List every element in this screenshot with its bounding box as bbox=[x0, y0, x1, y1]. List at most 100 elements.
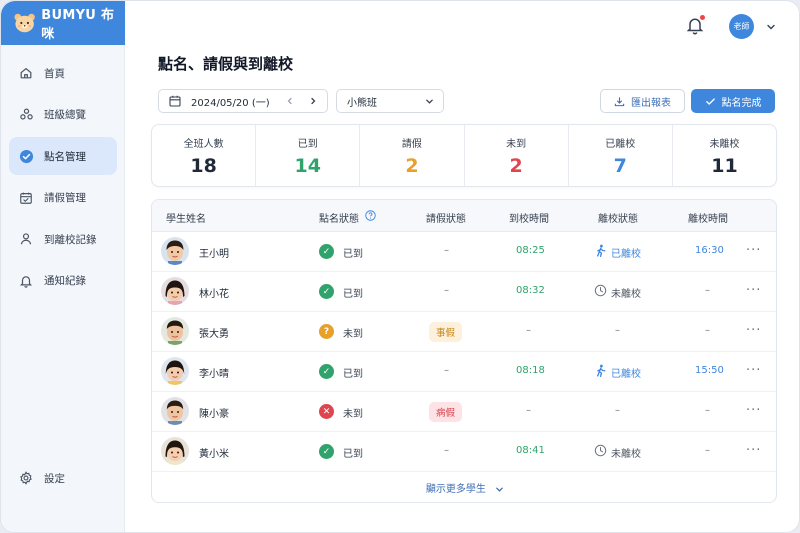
prev-date-button[interactable] bbox=[284, 95, 296, 107]
attendance-done-button[interactable]: 點名完成 bbox=[691, 89, 775, 113]
more-options-icon[interactable]: ··· bbox=[746, 323, 761, 338]
more-options-icon[interactable]: ··· bbox=[746, 363, 761, 378]
date-picker[interactable]: 2024/05/20 (一) bbox=[158, 89, 328, 113]
home-icon bbox=[18, 65, 34, 81]
col-header-status: 點名狀態 bbox=[319, 214, 359, 225]
check-icon bbox=[705, 97, 715, 105]
notification-bell-icon[interactable] bbox=[685, 15, 705, 35]
show-more-label: 顯示更多學生 bbox=[425, 484, 486, 495]
more-options-icon[interactable]: ··· bbox=[746, 283, 761, 298]
app-window: BUMYU 布咪 首頁 班級總覽 點名管理 請假管理 到離校記錄 通知紀錄 設定… bbox=[0, 0, 800, 533]
bear-logo-icon bbox=[14, 13, 35, 33]
depart-status: 已離校 bbox=[611, 249, 641, 260]
table-row[interactable]: 黃小米 ✓ 已到 – 08:41 未離校 – ··· bbox=[152, 432, 776, 472]
sidebar-item-arrival-records[interactable]: 到離校記錄 bbox=[9, 220, 117, 258]
student-avatar bbox=[161, 397, 189, 425]
sidebar-item-class-overview[interactable]: 班級總覽 bbox=[9, 96, 117, 134]
clock-icon bbox=[594, 284, 607, 297]
table-row[interactable]: 李小晴 ✓ 已到 – 08:18 已離校 15:50 ··· bbox=[152, 352, 776, 392]
calendar-icon bbox=[169, 95, 181, 107]
bell-icon bbox=[18, 273, 34, 289]
stat-label: 全班人數 bbox=[183, 139, 224, 150]
user-menu[interactable]: 老師 bbox=[729, 14, 776, 39]
present-check-icon: ✓ bbox=[319, 244, 334, 259]
walking-icon bbox=[597, 244, 606, 257]
clock-icon bbox=[594, 444, 607, 457]
sidebar-item-attendance[interactable]: 點名管理 bbox=[9, 137, 117, 175]
leave-status: – bbox=[444, 285, 449, 296]
depart-time: – bbox=[705, 285, 710, 296]
table-row[interactable]: 陳小豪 ✕ 未到 病假 – – – ··· bbox=[152, 392, 776, 432]
sidebar-item-label: 班級總覽 bbox=[44, 109, 86, 121]
col-header-arrive: 到校時間 bbox=[509, 214, 549, 225]
person-icon bbox=[18, 231, 34, 247]
download-icon bbox=[614, 96, 625, 106]
student-name: 陳小豪 bbox=[199, 409, 229, 420]
depart-status: – bbox=[615, 325, 620, 336]
sidebar-item-label: 點名管理 bbox=[44, 150, 86, 163]
stat-departed: 已離校 7 bbox=[569, 125, 673, 186]
student-name: 張大勇 bbox=[199, 329, 229, 340]
student-avatar bbox=[161, 317, 189, 345]
table-row[interactable]: 王小明 ✓ 已到 – 08:25 已離校 16:30 ··· bbox=[152, 232, 776, 272]
chevron-down-icon bbox=[496, 487, 503, 492]
calendar-check-icon bbox=[18, 190, 34, 206]
sidebar-item-home[interactable]: 首頁 bbox=[9, 54, 117, 92]
sidebar-item-label: 請假管理 bbox=[44, 192, 86, 204]
col-header-depart-status: 離校狀態 bbox=[598, 214, 638, 225]
student-name: 王小明 bbox=[199, 249, 229, 260]
brand-name: BUMYU 布咪 bbox=[41, 8, 115, 42]
stat-present: 已到 14 bbox=[256, 125, 361, 186]
class-select-value: 小熊班 bbox=[347, 97, 377, 109]
sidebar-item-settings[interactable]: 設定 bbox=[9, 459, 117, 497]
more-options-icon[interactable]: ··· bbox=[746, 403, 761, 418]
sidebar-bottom: 設定 bbox=[9, 459, 117, 501]
table-header: 學生姓名 點名狀態 請假狀態 到校時間 離校狀態 離校時間 bbox=[152, 200, 776, 232]
stat-value: 2 bbox=[405, 155, 419, 177]
sidebar-item-label: 首頁 bbox=[44, 67, 65, 80]
attendance-status: 未到 bbox=[343, 329, 363, 340]
student-avatar bbox=[161, 437, 189, 465]
help-icon[interactable] bbox=[365, 210, 376, 221]
date-text: 2024/05/20 (一) bbox=[191, 97, 270, 109]
export-report-button[interactable]: 匯出報表 bbox=[600, 89, 685, 113]
stats-summary: 全班人數 18 已到 14 請假 2 未到 2 已離校 7 未離校 11 bbox=[151, 124, 777, 187]
sidebar-item-notifications[interactable]: 通知紀錄 bbox=[9, 262, 117, 300]
export-label: 匯出報表 bbox=[631, 97, 671, 109]
more-options-icon[interactable]: ··· bbox=[746, 243, 761, 258]
depart-status: 已離校 bbox=[611, 369, 641, 380]
chevron-down-icon bbox=[426, 99, 433, 104]
arrive-time: – bbox=[526, 325, 531, 336]
table-row[interactable]: 張大勇 ? 未到 事假 – – – ··· bbox=[152, 312, 776, 352]
col-header-depart-time: 離校時間 bbox=[688, 214, 728, 225]
brand[interactable]: BUMYU 布咪 bbox=[1, 1, 125, 45]
show-more-button[interactable]: 顯示更多學生 bbox=[152, 480, 776, 495]
next-date-button[interactable] bbox=[307, 95, 319, 107]
sidebar-item-leave[interactable]: 請假管理 bbox=[9, 179, 117, 217]
chevron-left-icon bbox=[287, 97, 292, 105]
stat-not-departed: 未離校 11 bbox=[673, 125, 776, 186]
leave-status: – bbox=[444, 445, 449, 456]
student-avatar bbox=[161, 237, 189, 265]
depart-status: 未離校 bbox=[611, 449, 641, 460]
student-name: 林小花 bbox=[199, 289, 229, 300]
attendance-status: 已到 bbox=[343, 369, 363, 380]
stat-value: 7 bbox=[613, 155, 627, 177]
depart-status: – bbox=[615, 405, 620, 416]
depart-time: – bbox=[705, 445, 710, 456]
more-options-icon[interactable]: ··· bbox=[746, 443, 761, 458]
stat-label: 未到 bbox=[506, 139, 527, 150]
stat-value: 14 bbox=[294, 155, 321, 177]
avatar: 老師 bbox=[729, 14, 754, 39]
class-select[interactable]: 小熊班 bbox=[336, 89, 444, 113]
stat-value: 11 bbox=[711, 155, 738, 177]
done-label: 點名完成 bbox=[721, 97, 762, 109]
absent-x-icon: ✕ bbox=[319, 404, 334, 419]
leave-badge-personal: 事假 bbox=[429, 322, 463, 342]
table-row[interactable]: 林小花 ✓ 已到 – 08:32 未離校 – ··· bbox=[152, 272, 776, 312]
stat-leave: 請假 2 bbox=[360, 125, 465, 186]
stat-value: 2 bbox=[509, 155, 523, 177]
top-bar: 老師 bbox=[125, 1, 799, 51]
check-circle-icon bbox=[18, 148, 34, 164]
walking-icon bbox=[597, 364, 606, 377]
